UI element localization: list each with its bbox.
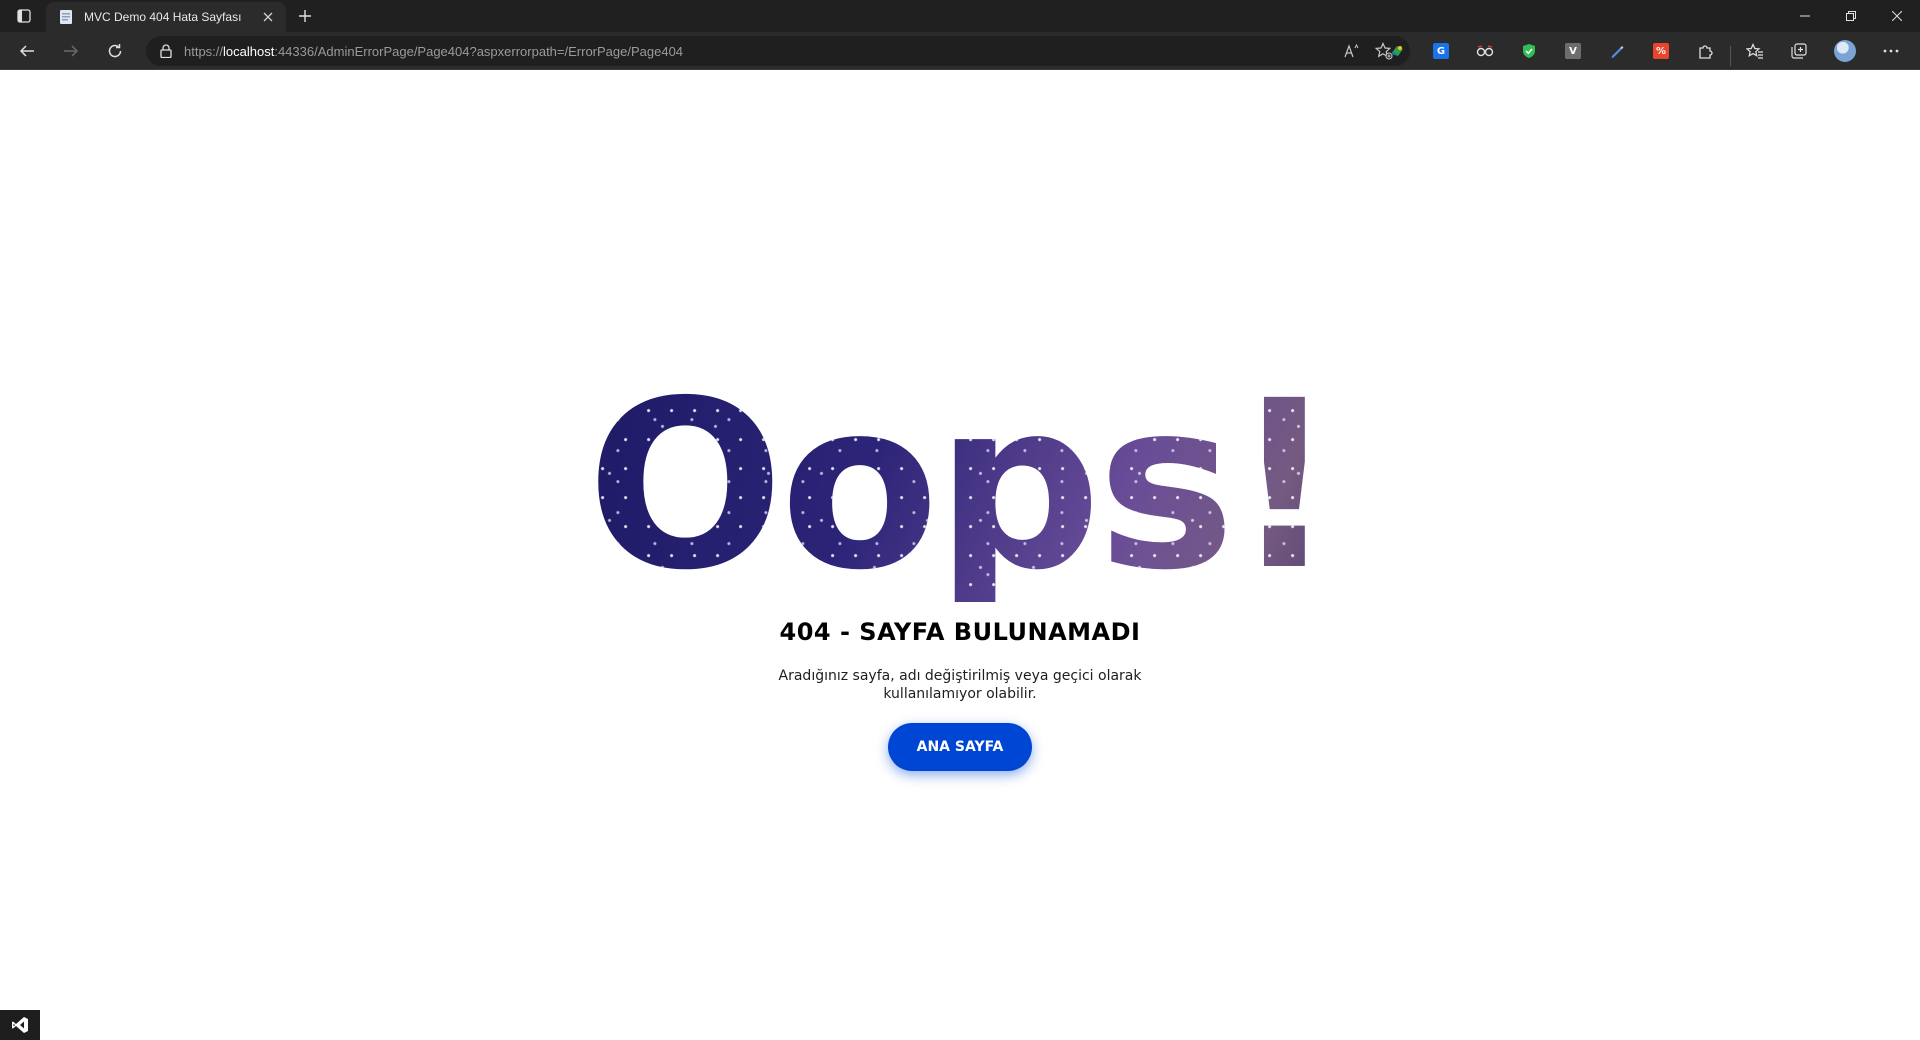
tab-actions-icon (17, 9, 31, 23)
read-aloud-button[interactable] (1338, 37, 1366, 65)
close-window-icon (1892, 11, 1902, 21)
restore-icon (1846, 11, 1856, 21)
collections-icon (1791, 43, 1807, 59)
tab-active[interactable]: MVC Demo 404 Hata Sayfası (46, 2, 286, 32)
oops-hero-text: Oops! (0, 370, 1920, 602)
close-icon (263, 12, 273, 22)
translate-button[interactable]: G (1428, 38, 1454, 64)
v-extension-button[interactable]: V (1560, 38, 1586, 64)
profile-avatar (1834, 40, 1856, 62)
address-bar[interactable]: https://localhost:44336/AdminErrorPage/P… (146, 36, 1410, 66)
glasses-extension-icon (1476, 45, 1494, 57)
error-description: Aradığınız sayfa, adı değiştirilmiş veya… (760, 667, 1160, 703)
tab-title: MVC Demo 404 Hata Sayfası (84, 10, 242, 24)
favorites-button[interactable] (1742, 38, 1768, 64)
page-favicon-icon (60, 10, 72, 24)
pen-extension-icon (1611, 46, 1624, 58)
arrow-left-icon (19, 45, 34, 57)
plus-icon (299, 10, 311, 22)
url-path: :44336/AdminErrorPage/Page404?aspxerrorp… (274, 43, 684, 59)
shield-extension-icon (1523, 44, 1535, 58)
translate-icon: G (1433, 43, 1449, 59)
visual-studio-badge[interactable] (0, 1010, 40, 1040)
extension-green-button[interactable] (1384, 38, 1410, 64)
new-tab-button[interactable] (292, 5, 318, 27)
visual-studio-icon (12, 1017, 28, 1033)
lock-icon[interactable] (158, 43, 174, 59)
minimize-button[interactable] (1782, 0, 1828, 32)
more-icon (1883, 49, 1899, 53)
error-description-line-1: Aradığınız sayfa, adı değiştirilmiş veya… (778, 668, 1142, 684)
favorites-icon (1746, 43, 1763, 59)
collections-button[interactable] (1786, 38, 1812, 64)
tab-actions-button[interactable] (10, 6, 38, 26)
arrow-right-icon (64, 45, 79, 57)
profile-button[interactable] (1832, 38, 1858, 64)
extension-green-icon (1391, 46, 1403, 56)
refresh-icon (108, 44, 122, 58)
settings-menu-button[interactable] (1878, 38, 1904, 64)
refresh-button[interactable] (100, 36, 130, 66)
error-description-line-2: kullanılamıyor olabilir. (883, 686, 1037, 702)
browser-title-bar: MVC Demo 404 Hata Sayfası (0, 0, 1920, 32)
page-content: Oops! 404 - SAYFA BULUNAMADI Aradığınız … (0, 70, 1920, 1040)
pen-extension-button[interactable] (1604, 38, 1630, 64)
back-button[interactable] (12, 36, 42, 66)
url-text[interactable]: https://localhost:44336/AdminErrorPage/P… (184, 44, 1334, 59)
red-extension-button[interactable]: % (1648, 38, 1674, 64)
glasses-extension-button[interactable] (1472, 38, 1498, 64)
extensions-button[interactable] (1692, 38, 1718, 64)
minimize-icon (1800, 15, 1810, 17)
toolbar-separator (1730, 46, 1731, 66)
url-scheme: https:// (184, 43, 224, 59)
url-host: localhost (223, 43, 275, 59)
close-window-button[interactable] (1874, 0, 1920, 32)
puzzle-icon (1699, 45, 1713, 59)
v-extension-icon: V (1565, 43, 1581, 59)
restore-button[interactable] (1828, 0, 1874, 32)
tab-close-button[interactable] (258, 7, 278, 27)
read-aloud-icon (1344, 44, 1359, 58)
shield-extension-button[interactable] (1516, 38, 1542, 64)
red-extension-icon: % (1653, 43, 1669, 59)
error-heading: 404 - SAYFA BULUNAMADI (779, 618, 1141, 646)
forward-button[interactable] (56, 36, 86, 66)
home-page-button[interactable]: ANA SAYFA (888, 723, 1032, 771)
browser-toolbar: https://localhost:44336/AdminErrorPage/P… (0, 32, 1920, 70)
